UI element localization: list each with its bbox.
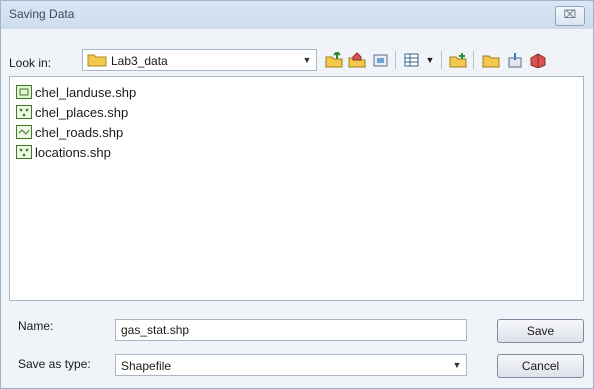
connect-icon[interactable]: [504, 49, 526, 71]
close-button[interactable]: ⌧: [555, 6, 585, 26]
chevron-down-icon[interactable]: ▼: [302, 54, 312, 66]
file-name: chel_landuse.shp: [35, 84, 137, 100]
file-list[interactable]: chel_landuse.shp chel_places.shp chel_ro…: [9, 76, 584, 301]
toolbar-separator: [473, 51, 474, 69]
line-shapefile-icon: [16, 125, 32, 139]
look-in-dropdown[interactable]: Lab3_data ▼: [82, 49, 317, 71]
up-folder-icon[interactable]: [323, 49, 345, 71]
save-as-type-value: Shapefile: [121, 359, 172, 373]
look-in-label: Look in:: [9, 56, 52, 70]
folder-icon[interactable]: [480, 49, 502, 71]
point-shapefile-icon: [16, 105, 32, 119]
save-dialog: Saving Data ⌧ Look in: Lab3_data ▼ ▼ che…: [0, 0, 594, 389]
list-item[interactable]: chel_places.shp: [16, 103, 128, 121]
dialog-title: Saving Data: [9, 7, 75, 21]
polygon-shapefile-icon: [16, 85, 32, 99]
list-item[interactable]: locations.shp: [16, 143, 111, 161]
cancel-button[interactable]: Cancel: [497, 354, 584, 378]
chevron-down-icon[interactable]: ▼: [452, 359, 462, 371]
file-name: locations.shp: [35, 144, 111, 160]
look-in-value: Lab3_data: [111, 54, 168, 68]
folder-icon: [87, 53, 107, 70]
save-button[interactable]: Save: [497, 319, 584, 343]
disconnect-icon[interactable]: [527, 49, 549, 71]
file-name-input[interactable]: [115, 319, 467, 341]
point-shapefile-icon: [16, 145, 32, 159]
home-folder-icon[interactable]: [346, 49, 368, 71]
view-menu-icon[interactable]: [402, 49, 424, 71]
toolbar-separator: [395, 51, 396, 69]
file-name: chel_roads.shp: [35, 124, 124, 140]
title-bar[interactable]: Saving Data ⌧: [1, 1, 593, 29]
save-as-type-label: Save as type:: [18, 357, 91, 371]
file-name: chel_places.shp: [35, 104, 129, 120]
save-as-type-dropdown[interactable]: Shapefile ▼: [115, 354, 467, 376]
list-item[interactable]: chel_roads.shp: [16, 123, 123, 141]
catalog-icon[interactable]: [370, 49, 392, 71]
list-item[interactable]: chel_landuse.shp: [16, 83, 136, 101]
new-folder-icon[interactable]: [447, 49, 469, 71]
name-label: Name:: [18, 319, 54, 333]
toolbar-separator: [441, 51, 442, 69]
chevron-down-icon[interactable]: ▼: [423, 49, 437, 71]
